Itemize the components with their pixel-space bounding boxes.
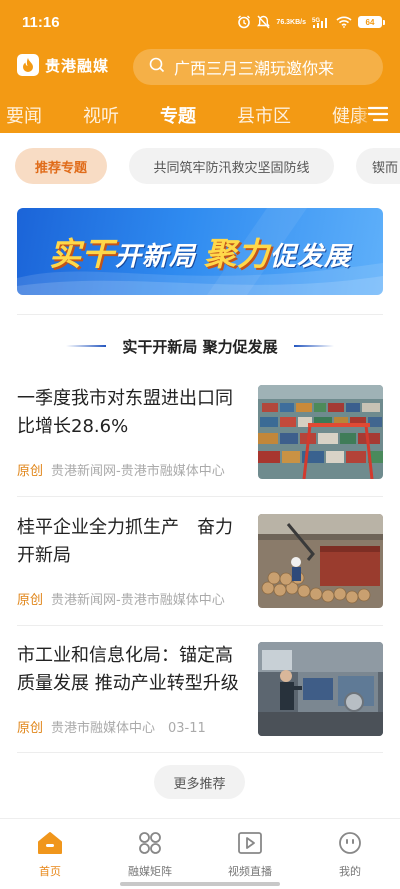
app-name: 贵港融媒	[45, 56, 110, 75]
search-icon	[149, 57, 165, 77]
industrial-workshop-image	[258, 642, 383, 736]
news-source: 贵港市融媒体中心 03-11	[51, 721, 206, 736]
news-item[interactable]: 市工业和信息化局：锚定高质量发展 推动产业转型升级 原创 贵港市融媒体中心 03-…	[17, 642, 383, 736]
network-speed: 76.3 KB/s	[276, 18, 306, 26]
home-indicator[interactable]	[120, 882, 280, 886]
nav-label: 视频直播	[228, 865, 272, 878]
channel-tabs: 要闻 视听 专题 县市区 健康	[0, 96, 400, 132]
news-source: 贵港新闻网-贵港市融媒体中心	[51, 464, 225, 479]
news-meta: 原创 贵港新闻网-贵港市融媒体中心	[17, 460, 225, 479]
topic-chips: 推荐专题 共同筑牢防汛救灾坚固防线 锲而	[0, 148, 400, 186]
profile-face-icon	[337, 831, 363, 859]
banner-word-kaixinju: 开新局	[114, 241, 196, 272]
app-header: 11:16 76.3 KB/s 5G 64 贵港融媒 广西三月三潮玩邀你来 要闻…	[0, 0, 400, 133]
chip-recommended[interactable]: 推荐专题	[15, 148, 107, 184]
news-source: 贵港新闻网-贵港市融媒体中心	[51, 593, 225, 608]
heading-line-right	[293, 345, 334, 347]
nav-mine[interactable]: 我的	[300, 831, 400, 879]
banner-slogan: 实干开新局 聚力促发展	[17, 208, 383, 295]
news-title: 市工业和信息化局：锚定高质量发展 推动产业转型升级	[17, 645, 239, 694]
divider	[17, 314, 383, 315]
status-bar: 11:16 76.3 KB/s 5G 64	[0, 0, 400, 44]
battery-indicator: 64	[358, 16, 385, 28]
search-bar[interactable]: 广西三月三潮玩邀你来	[133, 49, 383, 85]
nav-label: 首页	[39, 865, 61, 878]
banner-word-cufazhan: 促发展	[270, 241, 352, 272]
section-title: 实干开新局 聚力促发展	[122, 337, 278, 356]
status-time: 11:16	[22, 14, 60, 31]
divider	[17, 752, 383, 753]
flame-logo-icon	[17, 54, 39, 76]
home-icon	[37, 831, 63, 859]
tab-yaowen[interactable]: 要闻	[6, 102, 42, 128]
divider	[17, 625, 383, 626]
banner-word-shigan: 实干	[48, 234, 115, 273]
more-recommendations-button[interactable]: 更多推荐	[154, 765, 245, 799]
app-logo: 贵港融媒	[17, 54, 109, 76]
tab-xianshiqu[interactable]: 县市区	[237, 102, 291, 128]
menu-icon[interactable]	[356, 96, 400, 132]
news-item[interactable]: 桂平企业全力抓生产 奋力开新局 原创 贵港新闻网-贵港市融媒体中心	[17, 514, 383, 608]
container-port-image	[258, 385, 383, 479]
nav-media-matrix[interactable]: 融媒矩阵	[100, 831, 200, 879]
bottom-navigation: 首页 融媒矩阵 视频直播 我的	[0, 818, 400, 889]
nav-home[interactable]: 首页	[0, 831, 100, 879]
heading-line-left	[66, 345, 107, 347]
original-tag: 原创	[17, 464, 44, 479]
news-meta: 原创 贵港新闻网-贵港市融媒体中心	[17, 589, 225, 608]
tab-zhuanti[interactable]: 专题	[160, 102, 196, 128]
search-placeholder: 广西三月三潮玩邀你来	[174, 59, 335, 78]
banner-word-juli: 聚力	[204, 234, 271, 273]
wifi-icon	[336, 16, 352, 28]
svg-text:5G: 5G	[312, 18, 320, 24]
mute-bell-icon	[257, 15, 271, 29]
status-icons: 76.3 KB/s 5G 64	[237, 12, 385, 32]
nav-label: 融媒矩阵	[128, 865, 172, 878]
news-title: 一季度我市对东盟进出口同比增长28.6%	[17, 388, 233, 437]
chip-flood-defense[interactable]: 共同筑牢防汛救灾坚固防线	[129, 148, 334, 184]
tab-shiting[interactable]: 视听	[83, 102, 119, 128]
nav-label: 我的	[339, 865, 361, 878]
news-meta: 原创 贵港市融媒体中心 03-11	[17, 717, 206, 736]
original-tag: 原创	[17, 721, 44, 736]
nav-video-live[interactable]: 视频直播	[200, 831, 300, 879]
news-item[interactable]: 一季度我市对东盟进出口同比增长28.6% 原创 贵港新闻网-贵港市融媒体中心	[17, 385, 383, 479]
news-title: 桂平企业全力抓生产 奋力开新局	[17, 517, 233, 566]
section-heading: 实干开新局 聚力促发展	[0, 334, 400, 358]
divider	[17, 496, 383, 497]
alarm-icon	[237, 15, 251, 29]
video-play-icon	[237, 831, 263, 859]
original-tag: 原创	[17, 593, 44, 608]
timber-factory-image	[258, 514, 383, 608]
grid-icon	[137, 831, 163, 859]
topic-banner[interactable]: 实干开新局 聚力促发展	[17, 208, 383, 295]
chip-partial[interactable]: 锲而	[356, 148, 400, 184]
signal-icon: 5G	[312, 16, 330, 29]
